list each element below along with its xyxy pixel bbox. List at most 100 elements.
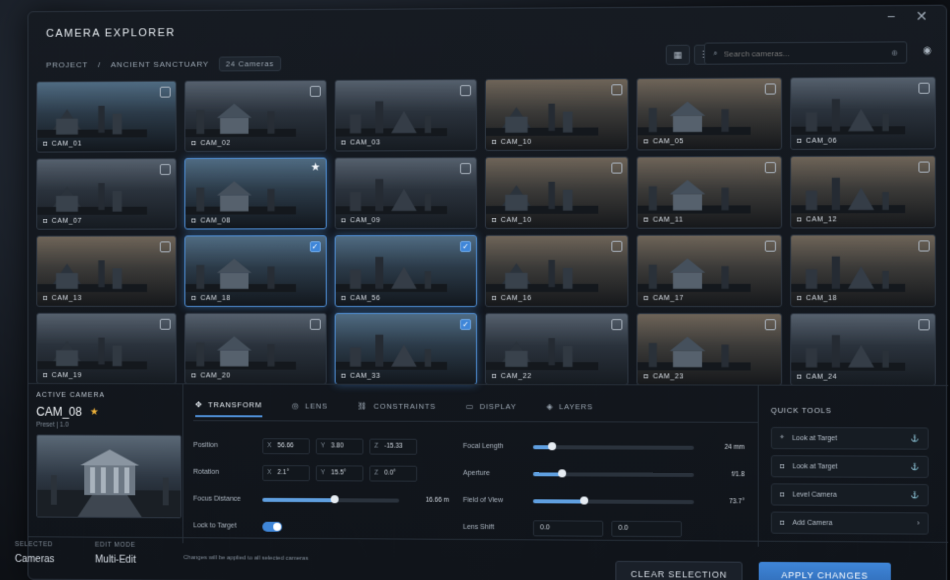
slider-knob[interactable] [580,496,588,504]
checkbox[interactable] [764,83,775,94]
rotation-y-field[interactable]: Y 15.5° [316,465,364,481]
position-x-field[interactable]: X 56.66 [262,438,310,454]
checkbox[interactable]: ✓ [460,241,471,252]
quick-tool-look-at-target-2[interactable]: ◘ Look at Target ⚓ [771,455,929,478]
checkbox[interactable] [764,319,775,330]
camera-tile[interactable]: ◘ CAM_08 ★ [185,158,327,230]
checkbox[interactable] [918,162,929,173]
camera-tile[interactable]: ◘ CAM_12 [790,155,936,228]
checkbox[interactable] [612,241,623,252]
camera-icon: ◘ [43,295,48,302]
checkbox[interactable] [612,84,623,95]
checkbox[interactable] [160,319,171,330]
camera-tile-name: CAM_07 [52,218,82,225]
close-icon[interactable]: ✕ [916,8,928,25]
grid-view-icon[interactable]: ▦ [666,45,690,65]
breadcrumb-root[interactable]: PROJECT [46,60,88,69]
eye-icon[interactable]: ◉ [923,45,932,56]
breadcrumb-current[interactable]: ANCIENT SANCTUARY [111,60,209,69]
camera-tile-label: ◘ CAM_56 [341,295,380,302]
checkbox[interactable] [612,163,623,174]
checkbox[interactable] [918,83,929,94]
position-z-field[interactable]: Z -15.33 [369,438,417,454]
tab-layers[interactable]: ◈ LAYERS [547,401,594,418]
checkbox[interactable] [460,163,471,174]
search-box[interactable]: ⌕ ⊕ [704,41,907,64]
tab-display[interactable]: ▭ DISPLAY [466,401,517,418]
checkbox[interactable] [310,319,321,330]
checkbox[interactable] [612,319,623,330]
camera-tile[interactable]: ◘ CAM_05 [637,77,782,150]
clear-selection-button[interactable]: CLEAR SELECTION [615,561,742,580]
camera-tile[interactable]: ◘ CAM_09 [334,157,477,229]
position-y-field[interactable]: Y 3.80 [316,438,364,454]
anchor-icon: ⚓ [911,491,920,499]
checkbox[interactable] [160,87,171,98]
camera-icon: ◘ [492,295,497,302]
search-input[interactable] [724,48,885,58]
checkbox[interactable] [160,164,171,175]
camera-icon: ◘ [644,373,649,380]
checkbox[interactable] [460,85,471,96]
camera-tile[interactable]: ◘ CAM_16 [485,235,629,307]
checkbox[interactable] [764,162,775,173]
camera-tile[interactable]: ◘ CAM_13 [36,235,177,306]
camera-tile[interactable]: ◘ CAM_33 ✓ [334,313,477,385]
lens-shift-x-field[interactable]: 0.0 [533,520,603,536]
selected-info: SELECTED Cameras [15,541,55,565]
camera-tile[interactable]: ◘ CAM_18 [790,234,936,307]
rotation-row: Rotation X 2.1° Y 15.5° Z 0.0° [193,459,449,487]
camera-tile[interactable]: ◘ CAM_10 [485,156,629,229]
checkbox[interactable]: ✓ [310,241,321,252]
focal-length-value: 24 mm [704,444,744,451]
camera-tile[interactable]: ◘ CAM_01 [36,81,177,153]
camera-tile[interactable]: ◘ CAM_11 [637,156,782,229]
checkbox[interactable] [160,241,171,252]
checkbox[interactable] [310,86,321,97]
camera-tile-name: CAM_17 [653,295,684,302]
fov-slider[interactable] [533,499,694,504]
tab-lens[interactable]: ◎ LENS [292,400,328,417]
slider-knob[interactable] [558,469,566,477]
camera-tile[interactable]: ◘ CAM_24 [790,313,936,386]
camera-tile[interactable]: ◘ CAM_10 [485,78,629,151]
checkbox[interactable] [918,240,929,251]
rotation-x-field[interactable]: X 2.1° [262,465,310,481]
quick-tool-look-at-target[interactable]: ⌖ Look at Target ⚓ [771,427,929,450]
camera-tile[interactable]: ◘ CAM_56 ✓ [334,235,477,307]
camera-tile[interactable]: ◘ CAM_02 [185,80,327,152]
camera-tile[interactable]: ◘ CAM_20 [185,313,327,385]
minimize-icon[interactable]: − [887,8,895,25]
camera-tile[interactable]: ◘ CAM_03 [334,79,477,152]
zoom-icon[interactable]: ⊕ [891,48,898,57]
camera-tile[interactable]: ◘ CAM_18 ✓ [185,235,327,307]
rotation-z-field[interactable]: Z 0.0° [369,465,417,481]
camera-tile[interactable]: ◘ CAM_17 [637,235,782,308]
tab-constraints[interactable]: ⛓ CONSTRAINTS [357,401,436,418]
camera-tile[interactable]: ◘ CAM_06 [790,77,936,150]
rotation-z-value: 0.0° [384,470,396,477]
camera-tile[interactable]: ◘ CAM_22 [485,313,629,385]
aperture-slider[interactable] [533,472,694,477]
camera-tile[interactable]: ◘ CAM_23 [637,313,782,386]
lock-target-toggle[interactable] [262,521,282,531]
checkbox[interactable]: ✓ [460,319,471,330]
quick-tool-add-camera[interactable]: ◘ Add Camera › [771,512,929,535]
checkbox[interactable] [918,319,929,330]
quick-tool-level-camera[interactable]: ◘ Level Camera ⚓ [771,483,929,506]
star-icon[interactable]: ★ [311,161,321,174]
camera-tile-label: ◘ CAM_19 [43,372,82,379]
window-controls: − ✕ [887,8,928,25]
edit-mode-value: Multi-Edit [95,554,136,565]
camera-tile[interactable]: ◘ CAM_19 [36,313,177,385]
checkbox[interactable] [764,241,775,252]
slider-knob[interactable] [331,495,339,503]
focus-distance-slider[interactable] [262,497,399,502]
apply-changes-button[interactable]: APPLY CHANGES [759,562,891,580]
slider-knob[interactable] [548,442,556,450]
focal-length-slider[interactable] [533,445,694,450]
camera-tile[interactable]: ◘ CAM_07 [36,158,177,230]
lens-shift-y-field[interactable]: 0.0 [611,520,682,536]
star-icon[interactable]: ★ [90,406,99,417]
tab-transform[interactable]: ✥ TRANSFORM [195,400,262,417]
